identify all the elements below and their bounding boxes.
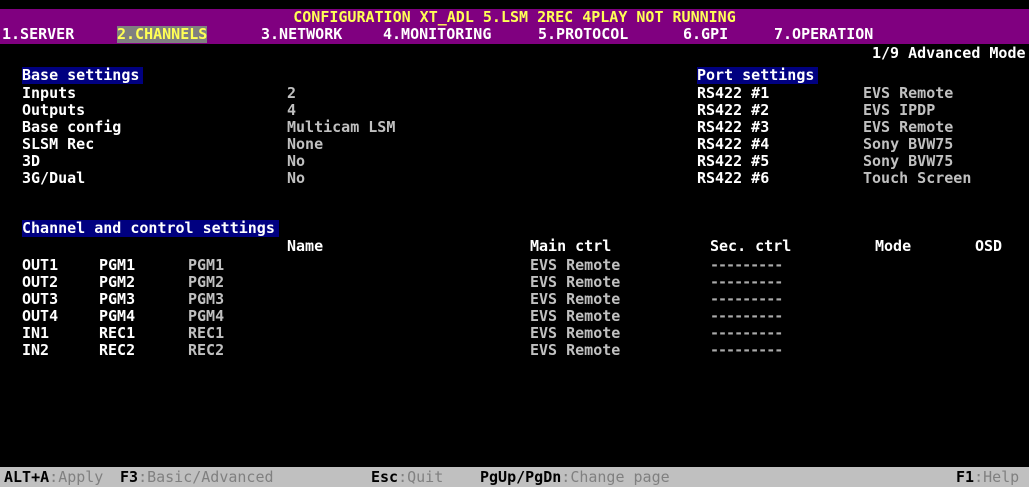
window-title: CONFIGURATION XT_ADL 5.LSM 2REC 4PLAY NO… xyxy=(293,8,736,26)
menu-item-network[interactable]: 3.NETWORK xyxy=(261,26,342,43)
channel-name[interactable]: PGM1 xyxy=(188,257,224,274)
port-value-4[interactable]: Sony BVW75 xyxy=(863,136,953,153)
port-label-3: RS422 #3 xyxy=(697,118,770,136)
channel-sec-ctrl[interactable]: --------- xyxy=(710,325,783,342)
base-value-3d[interactable]: No xyxy=(287,153,305,170)
channel-id: OUT2 xyxy=(22,273,59,291)
channel-main-ctrl[interactable]: EVS Remote xyxy=(530,325,620,342)
base-value-inputs[interactable]: 2 xyxy=(287,85,296,102)
base-label-outputs: Outputs xyxy=(22,101,86,119)
channel-type: REC1 xyxy=(99,324,136,342)
shortcut-key: PgUp/PgDn xyxy=(480,468,562,486)
channel-id: IN1 xyxy=(22,324,50,342)
port-value-5[interactable]: Sony BVW75 xyxy=(863,153,953,170)
port-value-1[interactable]: EVS Remote xyxy=(863,85,953,102)
status-bar: ALT+A:Apply F3:Basic/Advanced Esc:Quit P… xyxy=(0,467,1029,487)
channel-type: PGM2 xyxy=(99,273,136,291)
channel-type: REC2 xyxy=(99,341,136,359)
shortcut-apply[interactable]: ALT+A:Apply xyxy=(4,469,103,486)
port-label-4: RS422 #4 xyxy=(697,135,770,153)
port-label-1: RS422 #1 xyxy=(697,84,770,102)
channel-sec-ctrl[interactable]: --------- xyxy=(710,274,783,291)
shortcut-help[interactable]: F1:Help xyxy=(956,469,1019,486)
channel-type: PGM3 xyxy=(99,290,136,308)
menu-item-protocol[interactable]: 5.PROTOCOL xyxy=(538,26,628,43)
port-label-5: RS422 #5 xyxy=(697,152,770,170)
channel-main-ctrl[interactable]: EVS Remote xyxy=(530,257,620,274)
header-sec-ctrl: Sec. ctrl xyxy=(710,237,792,255)
channel-name[interactable]: PGM3 xyxy=(188,291,224,308)
channel-type: PGM1 xyxy=(99,256,136,274)
shortcut-key: Esc xyxy=(371,468,399,486)
port-value-6[interactable]: Touch Screen xyxy=(863,170,971,187)
port-label-6: RS422 #6 xyxy=(697,169,770,187)
channel-sec-ctrl[interactable]: --------- xyxy=(710,308,783,325)
menu-item-operation[interactable]: 7.OPERATION xyxy=(774,26,873,43)
port-value-3[interactable]: EVS Remote xyxy=(863,119,953,136)
shortcut-quit[interactable]: Esc:Quit xyxy=(371,469,443,486)
base-label-inputs: Inputs xyxy=(22,84,77,102)
base-label-3g-dual: 3G/Dual xyxy=(22,169,86,187)
base-settings-title: Base settings xyxy=(22,67,144,84)
base-label-base-config: Base config xyxy=(22,118,122,136)
header-main-ctrl: Main ctrl xyxy=(530,237,612,255)
menu-item-server[interactable]: 1.SERVER xyxy=(2,26,74,43)
channel-name[interactable]: PGM2 xyxy=(188,274,224,291)
header-mode: Mode xyxy=(875,237,912,255)
header-osd: OSD xyxy=(975,237,1003,255)
shortcut-desc: Basic/Advanced xyxy=(147,468,274,486)
shortcut-key: ALT+A xyxy=(4,468,50,486)
port-settings-title: Port settings xyxy=(697,67,819,84)
channel-name[interactable]: REC2 xyxy=(188,342,224,359)
channel-name[interactable]: PGM4 xyxy=(188,308,224,325)
title-bar: CONFIGURATION XT_ADL 5.LSM 2REC 4PLAY NO… xyxy=(0,9,1029,26)
page-indicator: 1/9 Advanced Mode xyxy=(872,44,1026,62)
channel-sec-ctrl[interactable]: --------- xyxy=(710,342,783,359)
base-label-3d: 3D xyxy=(22,152,41,170)
base-value-outputs[interactable]: 4 xyxy=(287,102,296,119)
channel-id: IN2 xyxy=(22,341,50,359)
channel-id: OUT4 xyxy=(22,307,59,325)
shortcut-desc: Quit xyxy=(407,468,444,486)
shortcut-desc: Apply xyxy=(58,468,104,486)
channel-sec-ctrl[interactable]: --------- xyxy=(710,257,783,274)
menu-item-monitoring[interactable]: 4.MONITORING xyxy=(383,26,491,43)
menu-item-gpi[interactable]: 6.GPI xyxy=(683,26,728,43)
base-label-slsm-rec: SLSM Rec xyxy=(22,135,95,153)
shortcut-key: F1 xyxy=(956,468,975,486)
base-value-base-config[interactable]: Multicam LSM xyxy=(287,119,395,136)
port-label-2: RS422 #2 xyxy=(697,101,770,119)
shortcut-change-page[interactable]: PgUp/PgDn:Change page xyxy=(480,469,670,486)
menu-item-channels[interactable]: 2.CHANNELS xyxy=(117,26,208,43)
channel-main-ctrl[interactable]: EVS Remote xyxy=(530,274,620,291)
channel-main-ctrl[interactable]: EVS Remote xyxy=(530,342,620,359)
shortcut-basic-advanced[interactable]: F3:Basic/Advanced xyxy=(120,469,274,486)
channel-name[interactable]: REC1 xyxy=(188,325,224,342)
channel-settings-title: Channel and control settings xyxy=(22,220,279,237)
shortcut-desc: Change page xyxy=(570,468,670,486)
channel-sec-ctrl[interactable]: --------- xyxy=(710,291,783,308)
channel-id: OUT1 xyxy=(22,256,59,274)
header-name: Name xyxy=(287,237,324,255)
menu-bar: 1.SERVER 2.CHANNELS 3.NETWORK 4.MONITORI… xyxy=(0,26,1029,44)
port-value-2[interactable]: EVS IPDP xyxy=(863,102,935,119)
shortcut-desc: Help xyxy=(983,468,1020,486)
channel-main-ctrl[interactable]: EVS Remote xyxy=(530,291,620,308)
shortcut-key: F3 xyxy=(120,468,139,486)
channel-main-ctrl[interactable]: EVS Remote xyxy=(530,308,620,325)
base-value-3g-dual[interactable]: No xyxy=(287,170,305,187)
channel-type: PGM4 xyxy=(99,307,136,325)
channel-id: OUT3 xyxy=(22,290,59,308)
base-value-slsm-rec[interactable]: None xyxy=(287,136,323,153)
